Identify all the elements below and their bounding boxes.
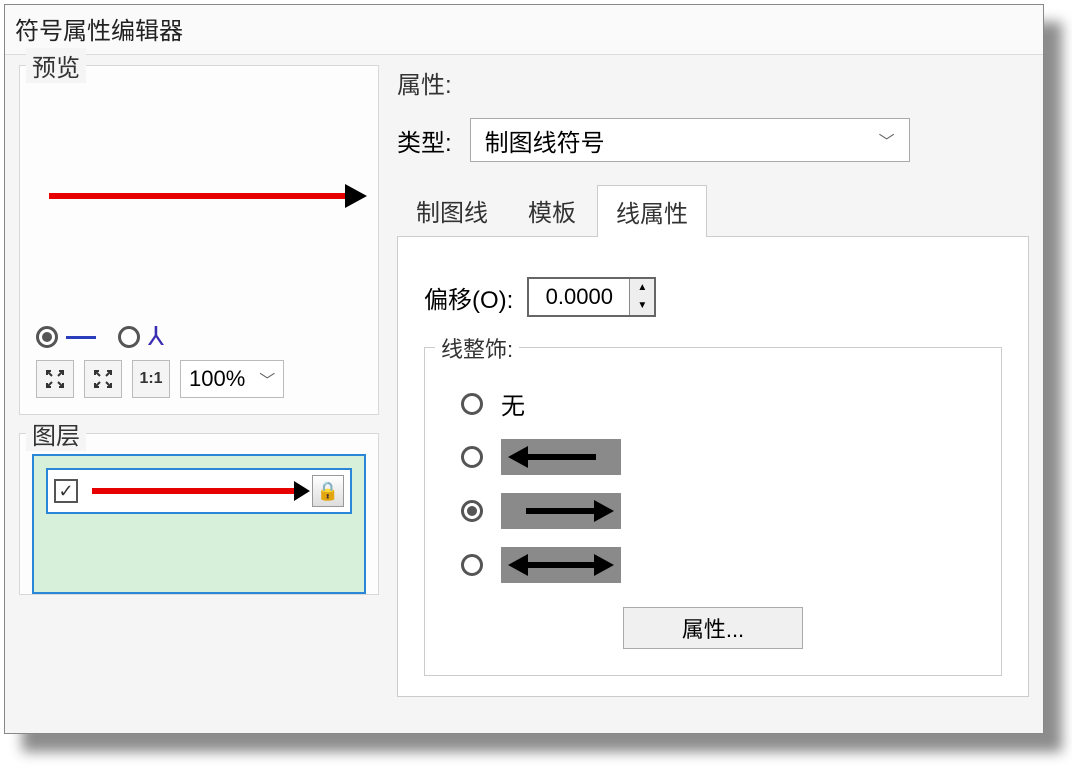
radio-zigzag-style[interactable]: ⅄	[118, 326, 178, 348]
decoration-properties-button[interactable]: 属性...	[623, 607, 803, 649]
tab-cartographic-line[interactable]: 制图线	[397, 184, 507, 236]
properties-label: 属性:	[397, 65, 1029, 118]
layers-list[interactable]: ✓ 🔒	[32, 454, 366, 594]
zoom-extent-icon	[92, 368, 114, 390]
radio-icon	[461, 500, 483, 522]
decoration-label: 线整饰:	[435, 332, 519, 364]
decor-option-left-arrow[interactable]	[461, 439, 975, 475]
type-label: 类型:	[397, 123, 452, 158]
type-value: 制图线符号	[485, 123, 605, 158]
symbol-property-editor-window: 符号属性编辑器 预览 ⅄	[4, 4, 1044, 734]
arrow-left-icon	[501, 439, 621, 475]
line-style-icon	[66, 336, 96, 339]
preview-label: 预览	[26, 48, 86, 83]
tab-bar: 制图线 模板 线属性	[397, 184, 1029, 237]
lock-icon: 🔒	[317, 481, 339, 502]
offset-increment-button[interactable]: ▲	[630, 279, 654, 297]
offset-input[interactable]	[529, 279, 629, 315]
offset-row: 偏移(O): ▲ ▼	[424, 277, 1002, 317]
window-title: 符号属性编辑器	[5, 5, 1043, 55]
offset-label: 偏移(O):	[424, 280, 513, 315]
radio-icon	[461, 393, 483, 415]
zoom-select[interactable]: 100% ﹀	[180, 360, 284, 398]
arrow-both-icon	[501, 547, 621, 583]
content-area: 预览 ⅄	[5, 55, 1043, 697]
radio-line-style[interactable]	[36, 326, 96, 348]
zoom-value: 100%	[189, 366, 245, 392]
decor-none-label: 无	[501, 386, 525, 421]
preview-zoom-toolbar: 1:1 100% ﹀	[32, 348, 366, 402]
chevron-down-icon: ﹀	[259, 367, 275, 391]
layer-lock-button[interactable]: 🔒	[312, 475, 344, 507]
zoom-actual-button[interactable]: 1:1	[132, 360, 170, 398]
zoom-extent-button[interactable]	[84, 360, 122, 398]
layers-label: 图层	[26, 416, 86, 451]
layer-preview-icon	[92, 488, 298, 494]
line-properties-panel: 偏移(O): ▲ ▼ 线整饰: 无	[397, 237, 1029, 697]
line-decoration-group: 线整饰: 无	[424, 347, 1002, 676]
preview-canvas	[32, 86, 366, 306]
zoom-fit-button[interactable]	[36, 360, 74, 398]
preview-arrow-icon	[49, 193, 349, 199]
spinner-buttons: ▲ ▼	[629, 279, 654, 315]
radio-icon	[118, 326, 140, 348]
offset-decrement-button[interactable]: ▼	[630, 297, 654, 315]
radio-icon	[461, 446, 483, 468]
radio-icon	[36, 326, 58, 348]
zigzag-style-icon: ⅄	[148, 326, 178, 348]
radio-icon	[461, 554, 483, 576]
decor-option-both-arrow[interactable]	[461, 547, 975, 583]
one-to-one-icon: 1:1	[139, 370, 162, 388]
layers-group: 图层 ✓ 🔒	[19, 433, 379, 595]
right-column: 属性: 类型: 制图线符号 ﹀ 制图线 模板 线属性 偏移(O):	[397, 65, 1029, 697]
decor-option-none[interactable]: 无	[461, 386, 975, 421]
chevron-down-icon: ﹀	[879, 128, 895, 152]
left-column: 预览 ⅄	[19, 65, 379, 697]
layer-visibility-checkbox[interactable]: ✓	[54, 479, 78, 503]
decor-option-right-arrow[interactable]	[461, 493, 975, 529]
decoration-options: 无	[451, 370, 975, 607]
preview-group: 预览 ⅄	[19, 65, 379, 415]
type-select[interactable]: 制图线符号 ﹀	[470, 118, 910, 162]
preview-style-radios: ⅄	[32, 316, 366, 348]
arrow-right-icon	[501, 493, 621, 529]
layer-row[interactable]: ✓ 🔒	[46, 468, 352, 514]
tab-line-properties[interactable]: 线属性	[597, 185, 707, 237]
offset-spinner[interactable]: ▲ ▼	[527, 277, 656, 317]
tab-template[interactable]: 模板	[509, 184, 595, 236]
type-row: 类型: 制图线符号 ﹀	[397, 118, 1029, 184]
zoom-fit-icon	[44, 368, 66, 390]
